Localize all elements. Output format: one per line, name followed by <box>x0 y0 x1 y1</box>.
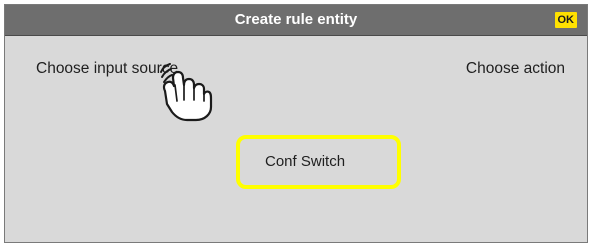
conf-switch-option[interactable]: Conf Switch <box>236 135 401 189</box>
create-rule-dialog: Create rule entity OK Choose input sourc… <box>4 4 588 243</box>
choose-action-option[interactable]: Choose action <box>466 60 565 78</box>
dialog-titlebar: Create rule entity OK <box>5 5 587 36</box>
ok-button[interactable]: OK <box>554 12 577 28</box>
dialog-title: Create rule entity <box>234 11 358 28</box>
hand-pointer-icon <box>160 63 213 122</box>
conf-switch-label: Conf Switch <box>265 153 346 170</box>
